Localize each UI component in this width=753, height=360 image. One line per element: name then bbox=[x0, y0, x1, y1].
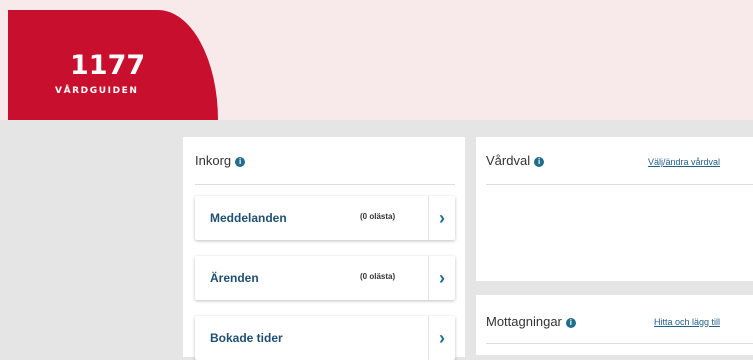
logo-number: 1177 bbox=[70, 50, 146, 81]
chevron-right-icon[interactable]: › bbox=[428, 256, 455, 300]
vardval-divider bbox=[486, 184, 753, 185]
vardval-link[interactable]: Välj/ändra vårdval bbox=[648, 157, 720, 167]
info-icon[interactable]: i bbox=[565, 317, 576, 328]
row-label: Bokade tider bbox=[210, 331, 283, 345]
inkorg-card: Inkorg i Meddelanden (0 olästa) › Ärenden… bbox=[183, 137, 465, 360]
vardval-title-wrap: Vårdval i bbox=[486, 153, 545, 168]
list-item-arenden[interactable]: Ärenden (0 olästa) › bbox=[195, 256, 455, 300]
list-item-meddelanden[interactable]: Meddelanden (0 olästa) › bbox=[195, 196, 455, 240]
info-icon[interactable]: i bbox=[235, 156, 246, 167]
vardval-card: Vårdval i Välj/ändra vårdval bbox=[476, 137, 753, 281]
vardval-title: Vårdval bbox=[486, 153, 531, 168]
chevron-right-icon[interactable]: › bbox=[428, 316, 455, 360]
unread-badge: (0 olästa) bbox=[360, 272, 396, 281]
row-label: Meddelanden bbox=[210, 211, 287, 225]
mottagningar-card: Mottagningar i Hitta och lägg till bbox=[476, 295, 753, 355]
row-label: Ärenden bbox=[210, 271, 259, 285]
inkorg-title: Inkorg bbox=[195, 153, 232, 168]
chevron-right-icon[interactable]: › bbox=[428, 196, 455, 240]
unread-badge: (0 olästa) bbox=[360, 212, 396, 221]
info-icon[interactable]: i bbox=[534, 156, 545, 167]
logo[interactable]: 1177 VÅRDGUIDEN bbox=[8, 10, 218, 120]
logo-subtitle: VÅRDGUIDEN bbox=[55, 86, 139, 96]
inkorg-title-wrap: Inkorg i bbox=[195, 153, 246, 168]
list-item-bokade-tider[interactable]: Bokade tider › bbox=[195, 316, 455, 360]
mottagningar-divider bbox=[486, 343, 753, 344]
mottagningar-title-wrap: Mottagningar i bbox=[486, 314, 576, 329]
mottagningar-link[interactable]: Hitta och lägg till bbox=[654, 317, 720, 327]
mottagningar-title: Mottagningar bbox=[486, 314, 562, 329]
inkorg-divider bbox=[195, 184, 455, 185]
